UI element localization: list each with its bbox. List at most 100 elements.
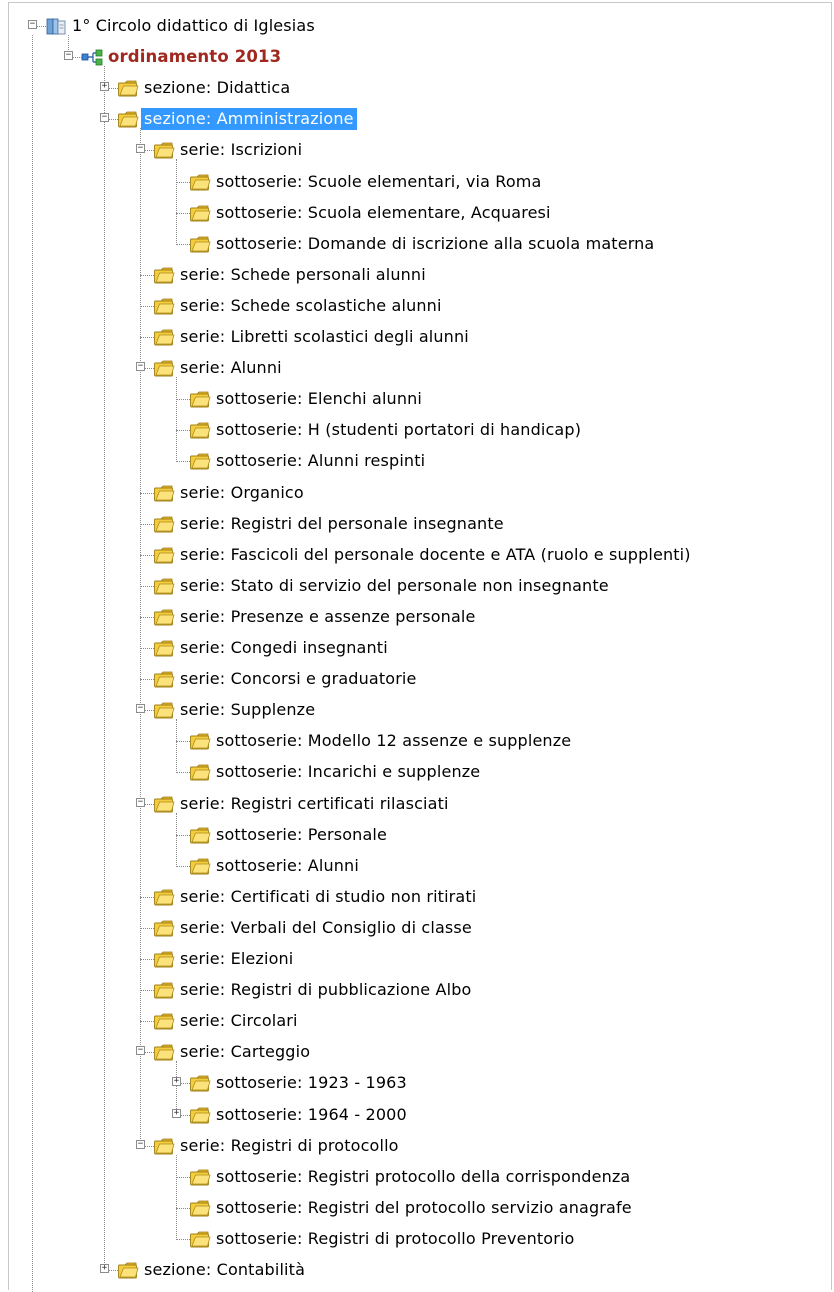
tree-node[interactable]: serie: Registri del personale insegnante <box>0 509 834 540</box>
tree-node[interactable]: sottoserie: Incarichi e supplenze <box>0 757 834 788</box>
tree-node-label[interactable]: sottoserie: Registri di protocollo Preve… <box>213 1228 578 1250</box>
tree-node-label[interactable]: sottoserie: Registri del protocollo serv… <box>213 1197 635 1219</box>
collapse-minus-icon[interactable]: − <box>136 704 145 714</box>
tree-node-label[interactable]: serie: Fascicoli del personale docente e… <box>177 544 694 566</box>
tree-node[interactable]: sottoserie: Scuole elementari, via Roma <box>0 167 834 198</box>
tree-node-label[interactable]: serie: Congedi insegnanti <box>177 637 391 659</box>
tree-node[interactable]: sottoserie: Personale <box>0 820 834 851</box>
collapse-minus-icon[interactable]: − <box>64 51 73 61</box>
tree-node[interactable]: − serie: Alunni <box>0 353 834 384</box>
tree-node[interactable]: sottoserie: Domande di iscrizione alla s… <box>0 229 834 260</box>
tree-connector <box>140 959 154 960</box>
tree-node[interactable]: serie: Certificati di studio non ritirat… <box>0 882 834 913</box>
tree-node[interactable]: − serie: Registri di protocollo <box>0 1131 834 1162</box>
tree-node-label[interactable]: sottoserie: Registri protocollo della co… <box>213 1166 633 1188</box>
tree-node-label[interactable]: serie: Registri di pubblicazione Albo <box>177 979 474 1001</box>
collapse-minus-icon[interactable]: − <box>136 1046 145 1056</box>
expand-plus-icon[interactable]: + <box>100 1264 109 1273</box>
tree-node-label[interactable]: sezione: Contabilità <box>141 1259 308 1281</box>
tree-node-label[interactable]: serie: Iscrizioni <box>177 139 305 161</box>
tree-node[interactable]: − serie: Iscrizioni <box>0 135 834 166</box>
tree-node-label[interactable]: serie: Presenze e assenze personale <box>177 606 479 628</box>
tree-node[interactable]: serie: Schede scolastiche alunni <box>0 291 834 322</box>
tree-node-label[interactable]: sottoserie: H (studenti portatori di han… <box>213 419 584 441</box>
tree-node-label[interactable]: sottoserie: Alunni respinti <box>213 450 428 472</box>
expand-plus-icon[interactable]: + <box>172 1077 181 1087</box>
tree-node-label[interactable]: serie: Elezioni <box>177 948 296 970</box>
tree-node-label[interactable]: serie: Schede scolastiche alunni <box>177 295 445 317</box>
tree-node-label[interactable]: serie: Registri del personale insegnante <box>177 513 507 535</box>
hierarchy-icon <box>81 47 103 67</box>
expand-plus-icon[interactable]: + <box>100 82 109 92</box>
tree-node-label[interactable]: sezione: Didattica <box>141 77 293 99</box>
tree-node[interactable]: serie: Stato di servizio del personale n… <box>0 571 834 602</box>
tree-node[interactable]: sottoserie: Scuola elementare, Acquaresi <box>0 198 834 229</box>
tree-node[interactable]: sottoserie: Registri protocollo della co… <box>0 1162 834 1193</box>
tree-node[interactable]: serie: Elezioni <box>0 944 834 975</box>
tree-node[interactable]: − serie: Registri certificati rilasciati <box>0 789 834 820</box>
tree-node[interactable]: + sezione: Contabilità <box>0 1255 834 1286</box>
folder-icon <box>153 265 175 285</box>
tree-node[interactable]: serie: Libretti scolastici degli alunni <box>0 322 834 353</box>
tree-node-label[interactable]: serie: Registri di protocollo <box>177 1135 402 1157</box>
tree-node[interactable]: sottoserie: Alunni respinti <box>0 446 834 477</box>
tree-node-label[interactable]: serie: Circolari <box>177 1010 301 1032</box>
tree-node-label[interactable]: sottoserie: Alunni <box>213 855 362 877</box>
tree-node-label[interactable]: sottoserie: Domande di iscrizione alla s… <box>213 233 657 255</box>
tree-node-label[interactable]: sottoserie: Personale <box>213 824 390 846</box>
tree-node[interactable]: serie: Fascicoli del personale docente e… <box>0 540 834 571</box>
tree-node[interactable]: sottoserie: H (studenti portatori di han… <box>0 415 834 446</box>
folder-icon <box>117 109 139 129</box>
tree-node-label[interactable]: serie: Certificati di studio non ritirat… <box>177 886 479 908</box>
tree-node[interactable]: − ordinamento 2013 <box>0 42 834 73</box>
tree-node[interactable]: sottoserie: Alunni <box>0 851 834 882</box>
tree-node-label[interactable]: sottoserie: 1923 - 1963 <box>213 1072 410 1094</box>
tree-node[interactable]: sottoserie: Elenchi alunni <box>0 384 834 415</box>
tree-node[interactable]: sottoserie: Registri di protocollo Preve… <box>0 1224 834 1255</box>
tree-node-label[interactable]: serie: Alunni <box>177 357 285 379</box>
tree-node-label[interactable]: sezione: Amministrazione <box>141 108 357 131</box>
tree-node[interactable]: + sottoserie: 1923 - 1963 <box>0 1068 834 1099</box>
tree-node-label[interactable]: serie: Carteggio <box>177 1041 313 1063</box>
collapse-minus-icon[interactable]: − <box>136 144 145 154</box>
tree-node[interactable]: serie: Registri di pubblicazione Albo <box>0 975 834 1006</box>
tree-node[interactable]: serie: Organico <box>0 478 834 509</box>
collapse-minus-icon[interactable]: − <box>136 362 145 372</box>
tree-node-label[interactable]: sottoserie: Incarichi e supplenze <box>213 761 483 783</box>
tree-node[interactable]: serie: Circolari <box>0 1006 834 1037</box>
collapse-minus-icon[interactable]: − <box>136 1139 145 1149</box>
tree-node[interactable]: + sottoserie: 1964 - 2000 <box>0 1100 834 1131</box>
tree-node[interactable]: serie: Congedi insegnanti <box>0 633 834 664</box>
collapse-minus-icon[interactable]: − <box>100 113 109 123</box>
tree-node[interactable]: sottoserie: Modello 12 assenze e supplen… <box>0 726 834 757</box>
tree-node[interactable]: sottoserie: Registri del protocollo serv… <box>0 1193 834 1224</box>
tree-node-label[interactable]: 1° Circolo didattico di Iglesias <box>69 15 318 37</box>
tree-node-label[interactable]: serie: Concorsi e graduatorie <box>177 668 420 690</box>
tree-node[interactable]: serie: Presenze e assenze personale <box>0 602 834 633</box>
tree-node[interactable]: serie: Concorsi e graduatorie <box>0 664 834 695</box>
tree-node-label[interactable]: serie: Organico <box>177 482 307 504</box>
expand-plus-icon[interactable]: + <box>172 1108 181 1118</box>
tree-node-label[interactable]: serie: Supplenze <box>177 699 318 721</box>
collapse-minus-icon[interactable]: − <box>28 20 37 29</box>
tree-node[interactable]: + sezione: Didattica <box>0 73 834 104</box>
tree-node-label[interactable]: serie: Libretti scolastici degli alunni <box>177 326 472 348</box>
tree-node-label[interactable]: sottoserie: Elenchi alunni <box>213 388 425 410</box>
folder-icon <box>189 451 211 471</box>
tree-node[interactable]: − serie: Supplenze <box>0 695 834 726</box>
tree-node-label[interactable]: serie: Schede personali alunni <box>177 264 429 286</box>
tree-node-label[interactable]: serie: Registri certificati rilasciati <box>177 793 452 815</box>
tree-node-label[interactable]: sottoserie: 1964 - 2000 <box>213 1104 410 1126</box>
tree-node-label[interactable]: sottoserie: Scuole elementari, via Roma <box>213 171 544 193</box>
tree-node[interactable]: − sezione: Amministrazione <box>0 104 834 135</box>
tree-node-label[interactable]: serie: Stato di servizio del personale n… <box>177 575 612 597</box>
collapse-minus-icon[interactable]: − <box>136 797 145 807</box>
tree-node[interactable]: − 1° Circolo didattico di Iglesias <box>0 11 834 42</box>
tree-node-label[interactable]: ordinamento 2013 <box>105 46 284 68</box>
tree-node[interactable]: − serie: Carteggio <box>0 1037 834 1068</box>
tree-node-label[interactable]: serie: Verbali del Consiglio di classe <box>177 917 475 939</box>
tree-node[interactable]: serie: Verbali del Consiglio di classe <box>0 913 834 944</box>
tree-node-label[interactable]: sottoserie: Modello 12 assenze e supplen… <box>213 730 574 752</box>
tree-node[interactable]: serie: Schede personali alunni <box>0 260 834 291</box>
tree-node-label[interactable]: sottoserie: Scuola elementare, Acquaresi <box>213 202 554 224</box>
